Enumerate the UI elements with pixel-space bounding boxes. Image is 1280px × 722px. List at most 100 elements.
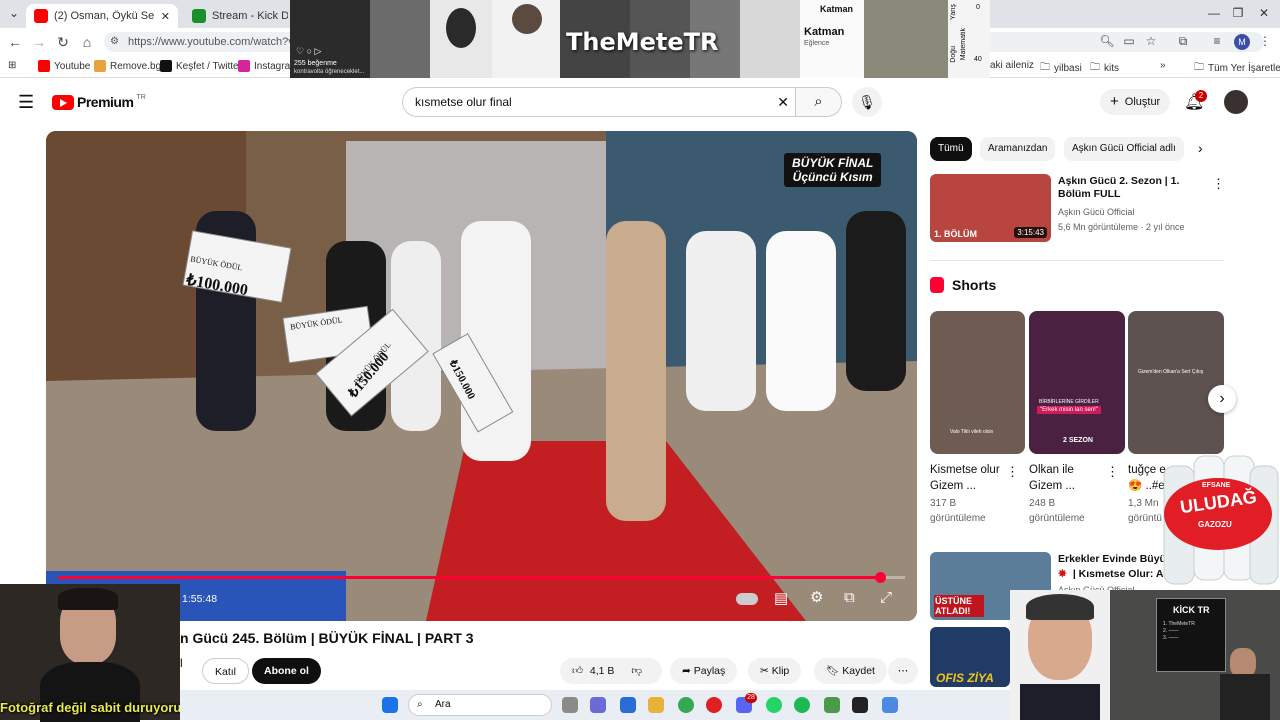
app-icon[interactable] [882, 697, 898, 713]
bookmark-youtube[interactable]: Youtube [38, 60, 90, 72]
clear-search-icon[interactable]: ✕ [777, 88, 789, 116]
opera-icon[interactable] [706, 697, 722, 713]
chips-next-icon[interactable]: › [1198, 140, 1203, 156]
bookmark-label: Remove.bg [110, 60, 162, 72]
maximize-icon[interactable]: ❐ [1228, 6, 1248, 20]
obs-icon[interactable] [852, 697, 868, 713]
minimize-icon[interactable]: — [1204, 6, 1224, 20]
shorts-heading: Shorts [952, 277, 997, 293]
tab-search-icon[interactable]: ⌄ [4, 6, 24, 20]
rec-title[interactable]: Erkekler Evinde Büyük [1058, 553, 1172, 566]
rec-thumbnail[interactable]: 1. BÖLÜM 3:15:43 [930, 174, 1051, 242]
room-overlay: KİCK TR 1. TheMeteTR 2. —— 3. —— [1110, 590, 1280, 720]
progress-track[interactable] [58, 576, 905, 579]
chrome-icon[interactable] [678, 697, 694, 713]
hamburger-menu-icon[interactable]: ☰ [18, 92, 34, 113]
thumbs-down-icon[interactable]: 👎︎ [631, 665, 642, 677]
join-button[interactable]: Katıl [202, 658, 250, 684]
spotify-icon[interactable] [794, 697, 810, 713]
miniplayer-icon[interactable]: ⧉ [844, 589, 855, 606]
create-button[interactable]: + Oluştur [1100, 89, 1171, 115]
divider [930, 260, 1224, 261]
chip-from-search[interactable]: Aramanızdan [980, 137, 1056, 161]
video-player[interactable]: BÜYÜK ÖDÜL ₺100.000 BÜYÜK ÖDÜL BÜYÜK ÖDÜ… [46, 131, 917, 621]
site-info-icon[interactable]: ⚙ [110, 32, 119, 52]
logo-text: Premium [77, 94, 134, 110]
clip-button[interactable]: ✂ Klip [748, 658, 802, 684]
final-badge: BÜYÜK FİNAL Üçüncü Kısım [784, 153, 882, 187]
share-button[interactable]: ➦ Paylaş [670, 658, 738, 684]
close-window-icon[interactable]: ✕ [1254, 6, 1274, 20]
reload-icon[interactable]: ↻ [54, 34, 72, 51]
zoom-icon[interactable]: 🔍︎ [1098, 34, 1116, 48]
photo-2 [430, 0, 492, 78]
short-menu-icon[interactable]: ⋮ [1106, 464, 1119, 480]
short-thumbnail[interactable]: Valo Tiklı vileh olsin [930, 311, 1025, 454]
chip-channel[interactable]: Aşkın Gücü Official adlı [1064, 137, 1184, 161]
short-title[interactable]: Kismetse olur Gizem ... [930, 462, 1006, 494]
forward-icon[interactable]: → [30, 34, 48, 50]
media-icon[interactable]: ≡ [1208, 34, 1226, 48]
tab-youtube[interactable]: (2) Osman, Öykü Serter ile Kavg ✕ [26, 4, 178, 28]
short-thumbnail[interactable]: Gizem'den Olkan'a Sert Çıkış [1128, 311, 1224, 454]
bookmark-star-icon[interactable]: ☆ [1142, 34, 1160, 48]
thumb-label: ÜSTÜNE ATLADI! [934, 595, 984, 617]
subtitles-icon[interactable]: ▤ [774, 589, 788, 607]
rec-title[interactable]: Aşkın Gücü 2. Sezon | 1. Bölüm FULL [1058, 175, 1208, 201]
tab-kick[interactable]: Stream - Kick Dashboa [184, 4, 288, 28]
save-button[interactable]: 🔖︎ Kaydet [814, 658, 887, 684]
bookmark-removebg[interactable]: Remove.bg [94, 60, 161, 72]
rec-thumbnail[interactable]: OFIS ZİYA [930, 627, 1010, 687]
gazoz-bottles-overlay: EFSANE ULUDAĞ GAZOZU [1158, 452, 1280, 588]
settings-gear-icon[interactable]: ⚙ [810, 588, 823, 606]
badge-line: Üçüncü Kısım [792, 170, 873, 184]
back-icon[interactable]: ← [6, 34, 24, 50]
user-avatar[interactable] [1224, 90, 1248, 114]
sparkle-icon: ✸ [1058, 568, 1067, 580]
chip-all[interactable]: Tümü [930, 137, 972, 161]
cast-icon[interactable]: ▭ [1120, 34, 1138, 48]
file-explorer-icon[interactable] [648, 697, 664, 713]
search-button[interactable]: ⌕ [796, 87, 842, 117]
like-button[interactable]: 👍︎ 4,1 B 👎︎ [560, 658, 662, 684]
apps-icon[interactable]: ⊞ [8, 60, 16, 71]
bookmark-folder-kits[interactable]: 🗀 kits [1090, 60, 1119, 77]
shorts-next-icon[interactable]: › [1208, 385, 1236, 413]
menu-dots-icon[interactable]: ⋮ [1256, 34, 1274, 48]
profile-avatar[interactable]: M [1234, 34, 1250, 50]
progress-scrubber[interactable] [874, 572, 886, 583]
photo-1 [370, 0, 430, 78]
more-actions-icon[interactable]: ⋯ [888, 658, 918, 684]
search-input[interactable]: kısmetse olur final ✕ [402, 87, 796, 117]
whatsapp-icon[interactable] [766, 697, 782, 713]
short-menu-icon[interactable]: ⋮ [1006, 464, 1019, 480]
rec-menu-icon[interactable]: ⋮ [1212, 176, 1225, 192]
home-icon[interactable]: ⌂ [78, 34, 96, 50]
bookmark-folder-yilbasi[interactable]: 🗀 yilbasi [1040, 60, 1082, 77]
task-view-icon[interactable] [562, 697, 578, 713]
app-icon[interactable] [824, 697, 840, 713]
short-thumbnail[interactable]: BİRBİRLERİNE GİRDİLER "Erkek misin lan s… [1029, 311, 1125, 454]
webcam-caption: Fotoğraf değil sabit duruyorum [0, 700, 193, 715]
voice-search-icon[interactable]: 🎙︎ [852, 87, 882, 117]
copilot-icon[interactable] [590, 697, 606, 713]
more-bookmarks-icon[interactable]: » [1160, 60, 1166, 71]
rec-channel[interactable]: Aşkın Gücü Official [1058, 206, 1134, 218]
edge-icon[interactable] [620, 697, 636, 713]
all-bookmarks[interactable]: 🗀 Tüm Yer İşaretleri [1194, 60, 1280, 77]
windows-start-icon[interactable] [382, 697, 398, 713]
short-title[interactable]: Olkan ile Gizem ... [1029, 462, 1105, 494]
taskbar-search-input[interactable]: ⌕ Ara [408, 694, 552, 716]
close-tab-icon[interactable]: ✕ [161, 10, 170, 23]
bookmark-twitter[interactable]: Keşfet / Twitter [160, 60, 242, 72]
extensions-icon[interactable]: ⧉ [1174, 34, 1192, 49]
bookmark-folder-aki[interactable]: aki aileniz [990, 60, 1034, 71]
side-num: 0 [976, 4, 980, 11]
subscribe-button[interactable]: Abone ol [252, 658, 321, 684]
region-code: TR [136, 94, 146, 101]
channel-name[interactable]: l [180, 656, 183, 670]
youtube-logo[interactable]: Premium TR [52, 94, 146, 110]
autoplay-toggle[interactable] [736, 593, 758, 605]
instagram-panel: ♡ ○ ▷ 255 beğenme kontravolta öğrenecekl… [290, 0, 370, 78]
fullscreen-icon[interactable]: ⤢ [880, 589, 892, 606]
